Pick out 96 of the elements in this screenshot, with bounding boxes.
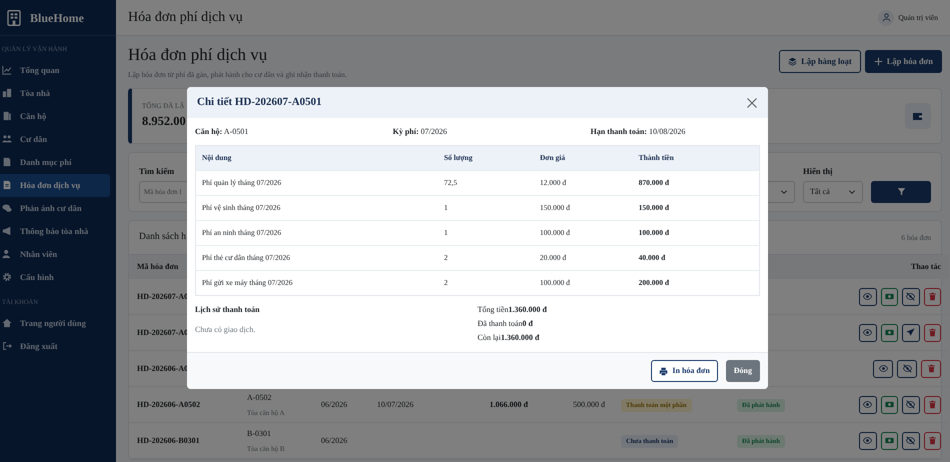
trash-action-button[interactable] xyxy=(924,432,941,450)
brand-name: BlueHome xyxy=(30,10,84,26)
trash-icon xyxy=(926,364,936,374)
sidebar-item[interactable]: Thông báo tòa nhà xyxy=(0,220,110,243)
eye-slash-icon xyxy=(902,364,912,374)
invoice-icon xyxy=(2,180,12,190)
trash-action-button[interactable] xyxy=(924,324,941,342)
sidebar-item[interactable]: Tổng quan xyxy=(0,58,110,82)
trash-icon xyxy=(928,292,937,302)
total-line: Đã thanh toán0 đ xyxy=(478,318,534,330)
banknote-icon xyxy=(884,328,894,338)
sidebar-item[interactable]: Căn hộ xyxy=(0,104,110,128)
person-icon xyxy=(2,249,12,260)
invoice-code: HD-202606-B0301 xyxy=(129,422,239,459)
sidebar-item[interactable]: Nhân viên xyxy=(0,242,110,266)
eye-action-button[interactable] xyxy=(859,396,876,414)
chevron-down-icon xyxy=(780,188,788,196)
info-text: Hạn thanh toán: 10/08/2026 xyxy=(590,127,686,136)
sidebar-item[interactable]: Hóa đơn dịch vụ xyxy=(0,174,110,197)
dialog-title: Chi tiết HD-202607-A0501 xyxy=(197,95,322,110)
sidebar-item[interactable]: Cấu hình xyxy=(0,266,110,289)
banknote-action-button[interactable] xyxy=(880,396,898,414)
trash-action-button[interactable] xyxy=(924,396,941,414)
eye-slash-action-button[interactable] xyxy=(897,360,917,378)
banknote-action-button[interactable] xyxy=(880,432,898,450)
building-logo-icon xyxy=(6,10,22,26)
eye-slash-icon xyxy=(906,436,916,446)
sidebar-item[interactable]: Cư dân xyxy=(0,128,110,151)
trash-icon xyxy=(928,328,937,338)
home-icon xyxy=(2,318,12,328)
eye-slash-icon xyxy=(906,400,916,410)
trash-action-button[interactable] xyxy=(924,288,941,306)
sidebar-item[interactable]: Trang người dùng xyxy=(0,312,110,334)
sidebar-item[interactable]: Danh mục phí xyxy=(0,150,110,174)
logout-icon xyxy=(2,341,12,351)
page-title: Hóa đơn phí dịch vụ xyxy=(128,46,268,65)
gear-icon xyxy=(2,272,12,282)
display-select[interactable]: Tất cả xyxy=(803,180,863,203)
search-label: Tìm kiếm xyxy=(139,165,176,178)
trash-action-button[interactable] xyxy=(921,360,941,378)
eye-slash-icon xyxy=(906,292,916,302)
trash-icon xyxy=(928,400,937,410)
total-line: Còn lại1.360.000 đ xyxy=(478,332,540,344)
eye-action-button[interactable] xyxy=(859,288,876,306)
info-text: Căn hộ: A-0501 xyxy=(195,127,248,136)
display-label: Hiển thị xyxy=(803,165,834,178)
eye-action-button[interactable] xyxy=(859,432,876,450)
table-cell: 06/2026 xyxy=(313,422,369,459)
eye-slash-action-button[interactable] xyxy=(902,288,920,306)
plus-icon xyxy=(874,56,883,66)
eye-icon xyxy=(863,400,872,410)
info-text: Kỳ phí: 07/2026 xyxy=(392,127,447,136)
total-line: Tổng tiền1.360.000 đ xyxy=(478,304,547,316)
apartment-code: A-0502 xyxy=(247,392,272,404)
person-outline-icon xyxy=(882,13,891,22)
printer-icon xyxy=(659,366,668,376)
eye-action-button[interactable] xyxy=(859,324,876,342)
layers-icon xyxy=(788,56,798,66)
sidebar-item[interactable]: Đăng xuất xyxy=(0,334,110,358)
banknote-icon xyxy=(884,400,894,410)
chevron-down-icon xyxy=(848,188,856,196)
filter-icon xyxy=(896,187,906,196)
eye-icon xyxy=(878,364,888,374)
document-icon xyxy=(2,157,12,168)
banknote-icon xyxy=(884,292,894,302)
eye-action-button[interactable] xyxy=(873,360,893,378)
chat-icon xyxy=(2,203,12,214)
eye-slash-action-button[interactable] xyxy=(902,432,920,450)
trash-icon xyxy=(928,436,937,446)
stat-value: 8.952.00 xyxy=(142,112,186,130)
sidebar-item[interactable]: Tòa nhà xyxy=(0,82,110,105)
eye-icon xyxy=(863,436,872,446)
close-icon xyxy=(746,97,758,110)
print-invoice-button[interactable]: In hóa đơn xyxy=(651,360,718,382)
eye-icon xyxy=(863,328,872,338)
user-avatar-icon[interactable] xyxy=(878,10,894,26)
close-button[interactable] xyxy=(746,96,758,108)
door-icon xyxy=(2,111,12,122)
banknote-action-button[interactable] xyxy=(880,324,898,342)
eye-slash-action-button[interactable] xyxy=(902,396,920,414)
banknote-icon xyxy=(884,436,894,446)
filter-button[interactable] xyxy=(871,180,931,203)
banknote-action-button[interactable] xyxy=(880,288,898,306)
close-dialog-button[interactable]: Đóng xyxy=(726,360,760,382)
paper-plane-action-button[interactable] xyxy=(902,324,920,342)
topbar-title: Hóa đơn phí dịch vụ xyxy=(128,9,243,27)
apartment-code: B-0301 xyxy=(247,428,272,440)
megaphone-icon xyxy=(2,226,12,236)
people-icon xyxy=(2,134,12,144)
chart-icon xyxy=(2,65,12,76)
batch-create-button[interactable]: Lập hàng loạt xyxy=(779,50,861,73)
eye-icon xyxy=(863,292,872,302)
list-title: Danh sách h xyxy=(139,231,186,244)
building-icon xyxy=(2,88,12,98)
create-invoice-button[interactable]: Lập hóa đơn xyxy=(864,50,942,73)
paper-plane-icon xyxy=(906,328,916,338)
